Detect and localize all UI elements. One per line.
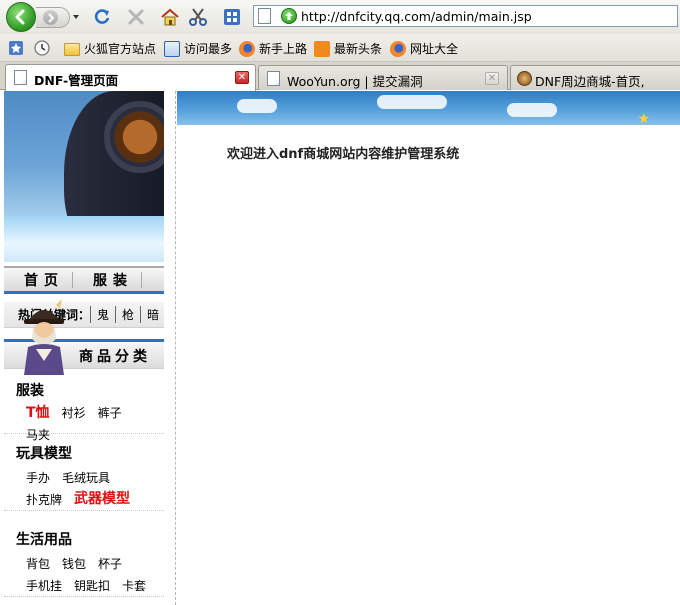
main-frame: ★ 欢迎进入dnf商城网站内容维护管理系统 <box>177 91 680 605</box>
bookmark-label: 新手上路 <box>259 42 308 56</box>
bookmarks-star-icon[interactable] <box>8 40 24 56</box>
bookmark-item-4[interactable]: 网址大全 <box>390 40 458 57</box>
category-item[interactable]: 卡套 <box>122 575 146 597</box>
category-item[interactable]: 裤子 <box>98 402 122 424</box>
home-icon[interactable] <box>160 7 180 27</box>
welcome-message: 欢迎进入dnf商城网站内容维护管理系统 <box>227 147 460 162</box>
tab-dnf-shop[interactable]: DNF周边商城-首页, <box>510 65 680 90</box>
category-item[interactable]: T恤 <box>26 402 50 424</box>
category-item[interactable]: 背包 <box>26 553 50 575</box>
tab-dnf-admin[interactable]: DNF-管理页面 ✕ <box>5 64 256 91</box>
category-title: 商品分类 <box>79 349 151 365</box>
tab-wooyun[interactable]: WooYun.org | 提交漏洞 ✕ <box>258 65 508 90</box>
hot-keyword[interactable]: 枪 <box>115 306 140 323</box>
category-group-daily-goods: 生活用品 背包 钱包 杯子 手机挂 钥匙扣 卡套 <box>4 529 164 597</box>
category-item[interactable]: 手办 <box>26 467 50 489</box>
firefox-icon <box>390 40 406 57</box>
back-arrow-icon <box>15 9 25 25</box>
main-nav: 首页 服装 <box>4 266 164 294</box>
close-tab-icon[interactable]: ✕ <box>235 71 249 84</box>
group-title: 玩具模型 <box>16 446 72 462</box>
bookmark-label: 最新头条 <box>334 42 383 56</box>
go-icon[interactable] <box>281 8 297 24</box>
address-bar[interactable]: http://dnfcity.qq.com/admin/main.jsp <box>253 5 678 27</box>
category-item[interactable]: 扑克牌 <box>26 489 62 511</box>
page-icon <box>267 71 280 86</box>
forward-button[interactable] <box>36 7 70 28</box>
bookmark-label: 网址大全 <box>410 42 459 56</box>
navigation-toolbar: http://dnfcity.qq.com/admin/main.jsp <box>0 0 680 34</box>
star-icon: ★ <box>637 111 650 125</box>
mascot-character-image <box>24 299 64 375</box>
bookmark-item-2[interactable]: 新手上路 <box>239 40 307 57</box>
top-banner-image: ★ <box>177 91 680 125</box>
windows-icon[interactable] <box>222 7 242 27</box>
tab-label: DNF-管理页面 <box>34 73 119 88</box>
header-banner-image <box>4 91 164 262</box>
page-icon <box>258 8 271 24</box>
bookmark-label: 访问最多 <box>184 42 233 56</box>
category-group-clothing: 服装 T恤 衬衫 裤子 马夹 <box>4 380 164 442</box>
group-title: 服装 <box>16 383 44 399</box>
bookmark-item-0[interactable]: 火狐官方站点 <box>64 40 156 57</box>
back-button[interactable] <box>6 2 36 32</box>
category-item[interactable]: 武器模型 <box>74 489 130 511</box>
history-dropdown-icon[interactable] <box>73 15 79 19</box>
category-item[interactable]: 杯子 <box>98 553 122 575</box>
category-item[interactable]: 手机挂 <box>26 575 62 597</box>
bookmark-label: 火狐官方站点 <box>84 42 157 56</box>
rss-icon <box>314 40 330 57</box>
dnf-logo-icon <box>517 71 532 86</box>
nav-home[interactable]: 首页 <box>4 270 64 290</box>
nav-clothing[interactable]: 服装 <box>73 270 133 290</box>
group-title: 生活用品 <box>16 532 72 548</box>
page-content: 首页 服装 热门关键词： 鬼 枪 暗 商品分类 <box>0 91 680 605</box>
firefox-icon <box>239 40 255 57</box>
close-tab-icon[interactable]: ✕ <box>485 72 499 85</box>
category-item[interactable]: 毛绒玩具 <box>62 467 110 489</box>
bookmark-item-1[interactable]: 访问最多 <box>164 40 232 57</box>
history-clock-icon[interactable] <box>34 40 50 56</box>
bookmark-item-3[interactable]: 最新头条 <box>314 40 382 57</box>
reload-icon[interactable] <box>92 7 112 27</box>
category-item[interactable]: 衬衫 <box>62 402 86 424</box>
tab-strip: DNF-管理页面 ✕ WooYun.org | 提交漏洞 ✕ DNF周边商城-首… <box>0 62 680 91</box>
magnifier-icon <box>164 40 180 57</box>
tab-label: DNF周边商城-首页, <box>535 74 645 89</box>
tab-label: WooYun.org | 提交漏洞 <box>287 74 423 89</box>
bookmarks-toolbar: 火狐官方站点 访问最多 新手上路 最新头条 网址大全 <box>0 34 680 62</box>
category-group-toys: 玩具模型 手办 毛绒玩具 扑克牌 武器模型 <box>4 443 164 511</box>
category-item[interactable]: 钥匙扣 <box>74 575 110 597</box>
scissors-icon[interactable] <box>188 7 208 27</box>
hot-keyword[interactable]: 暗 <box>140 306 164 323</box>
folder-icon <box>64 43 80 56</box>
category-item[interactable]: 钱包 <box>62 553 86 575</box>
stop-icon[interactable] <box>126 7 146 27</box>
page-icon <box>14 70 27 85</box>
url-text[interactable]: http://dnfcity.qq.com/admin/main.jsp <box>301 9 532 24</box>
hot-keyword[interactable]: 鬼 <box>90 306 115 323</box>
left-frame: 首页 服装 热门关键词： 鬼 枪 暗 商品分类 <box>0 91 176 605</box>
